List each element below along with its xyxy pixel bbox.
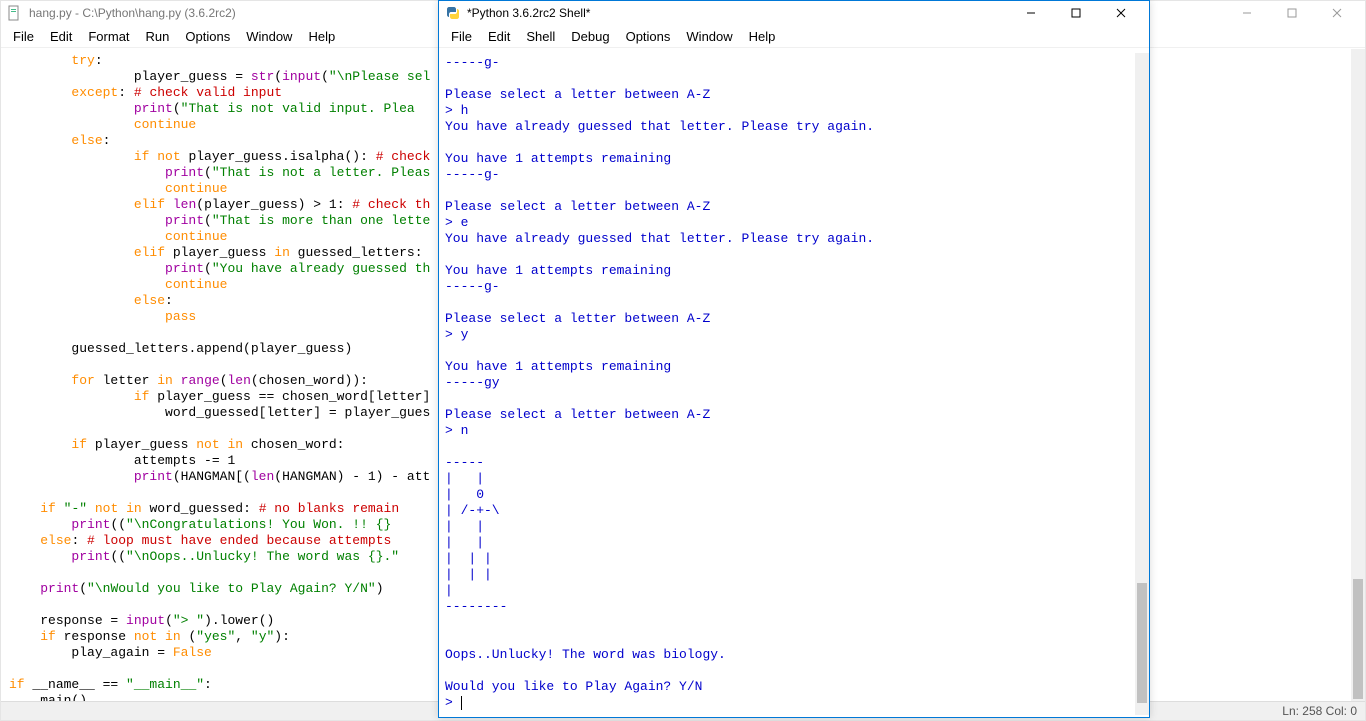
shell-titlebar[interactable]: *Python 3.6.2rc2 Shell* — [439, 1, 1149, 25]
python-shell-icon — [445, 5, 461, 21]
python-file-icon — [7, 5, 23, 21]
menu-shell[interactable]: Shell — [518, 27, 563, 46]
maximize-button[interactable] — [1269, 1, 1314, 25]
shell-output[interactable]: -----g- Please select a letter between A… — [439, 53, 1135, 713]
editor-scroll-thumb[interactable] — [1353, 579, 1363, 699]
menu-window[interactable]: Window — [238, 27, 300, 46]
menu-file[interactable]: File — [443, 27, 480, 46]
shell-body[interactable]: -----g- Please select a letter between A… — [439, 53, 1135, 715]
shell-output-text: -----g- Please select a letter between A… — [445, 55, 874, 694]
close-button[interactable] — [1098, 1, 1143, 25]
shell-title: *Python 3.6.2rc2 Shell* — [467, 6, 1008, 20]
minimize-button[interactable] — [1008, 1, 1053, 25]
maximize-button[interactable] — [1053, 1, 1098, 25]
menu-help[interactable]: Help — [741, 27, 784, 46]
shell-scrollbar[interactable] — [1135, 53, 1149, 715]
menu-help[interactable]: Help — [300, 27, 343, 46]
text-cursor — [461, 696, 462, 710]
shell-menubar: FileEditShellDebugOptionsWindowHelp — [439, 25, 1149, 48]
close-button[interactable] — [1314, 1, 1359, 25]
editor-cursor-pos: Ln: 258 Col: 0 — [1282, 704, 1357, 718]
editor-window-controls — [1224, 1, 1359, 25]
menu-file[interactable]: File — [5, 27, 42, 46]
menu-edit[interactable]: Edit — [480, 27, 518, 46]
menu-format[interactable]: Format — [80, 27, 137, 46]
menu-edit[interactable]: Edit — [42, 27, 80, 46]
menu-run[interactable]: Run — [138, 27, 178, 46]
menu-window[interactable]: Window — [678, 27, 740, 46]
shell-prompt[interactable]: > — [445, 695, 462, 710]
menu-debug[interactable]: Debug — [563, 27, 617, 46]
minimize-button[interactable] — [1224, 1, 1269, 25]
editor-scrollbar[interactable] — [1351, 49, 1365, 702]
shell-window: *Python 3.6.2rc2 Shell* FileEditShellDeb… — [438, 0, 1150, 718]
menu-options[interactable]: Options — [618, 27, 679, 46]
shell-window-controls — [1008, 1, 1143, 25]
shell-scroll-thumb[interactable] — [1137, 583, 1147, 703]
menu-options[interactable]: Options — [177, 27, 238, 46]
